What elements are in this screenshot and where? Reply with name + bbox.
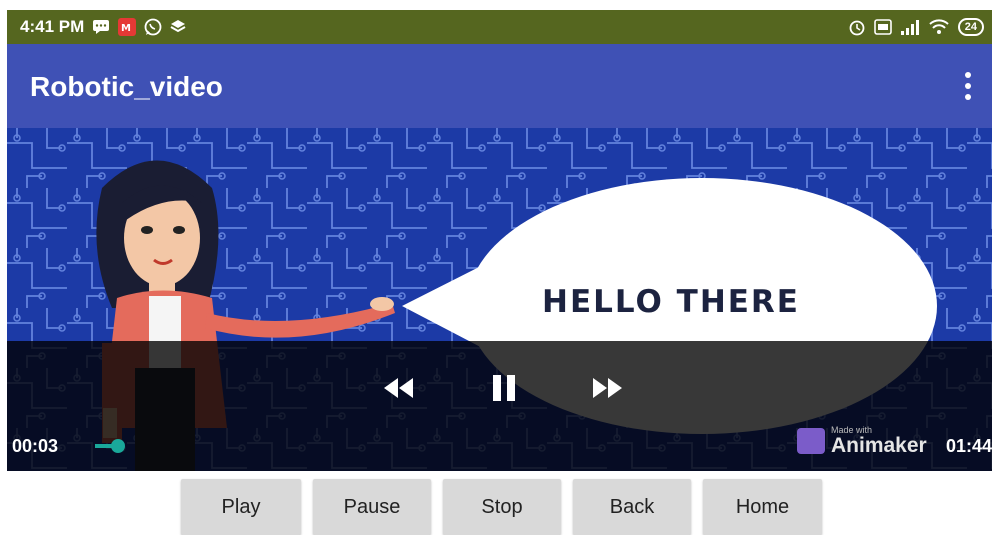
media-controls: 00:03 Made with Animaker 01:44	[7, 341, 992, 471]
animaker-watermark: Made with Animaker	[797, 424, 957, 458]
status-time: 4:41 PM	[20, 17, 85, 36]
pause-icon[interactable]	[481, 369, 527, 407]
status-left: 4:41 PM M	[20, 17, 186, 37]
seek-bar-thumb[interactable]	[111, 439, 125, 453]
back-button[interactable]: Back	[573, 479, 691, 535]
watermark-brand-text: Animaker	[831, 434, 927, 457]
layers-icon	[170, 19, 186, 35]
app-bar: Robotic_video	[7, 44, 992, 128]
fast-forward-icon[interactable]	[585, 369, 631, 407]
whatsapp-icon	[144, 18, 162, 36]
video-player[interactable]: HELLO THERE 00:03 Made with Animaker 01:…	[7, 128, 992, 471]
wifi-icon	[928, 18, 950, 36]
mi-app-icon: M	[118, 18, 137, 36]
alarm-icon	[848, 18, 866, 36]
animaker-logo-icon	[797, 428, 825, 454]
play-button[interactable]: Play	[181, 479, 301, 535]
speech-bubble-text: HELLO THERE	[542, 284, 800, 320]
playback-button-row: Play Pause Stop Back Home	[181, 479, 822, 535]
status-right: 24	[848, 18, 984, 36]
overflow-menu-icon[interactable]	[958, 68, 978, 104]
home-button[interactable]: Home	[703, 479, 822, 535]
status-bar: 4:41 PM M 24	[7, 10, 992, 44]
pause-button[interactable]: Pause	[313, 479, 431, 535]
app-title: Robotic_video	[30, 71, 223, 102]
message-icon	[92, 19, 110, 35]
svg-text:M: M	[121, 23, 131, 34]
stop-button[interactable]: Stop	[443, 479, 561, 535]
battery-icon: 24	[957, 18, 984, 36]
signal-icon	[900, 19, 920, 35]
volte-icon	[873, 19, 892, 35]
rewind-icon[interactable]	[375, 369, 421, 407]
duration-time: 01:44	[945, 436, 992, 456]
current-time: 00:03	[12, 436, 59, 456]
